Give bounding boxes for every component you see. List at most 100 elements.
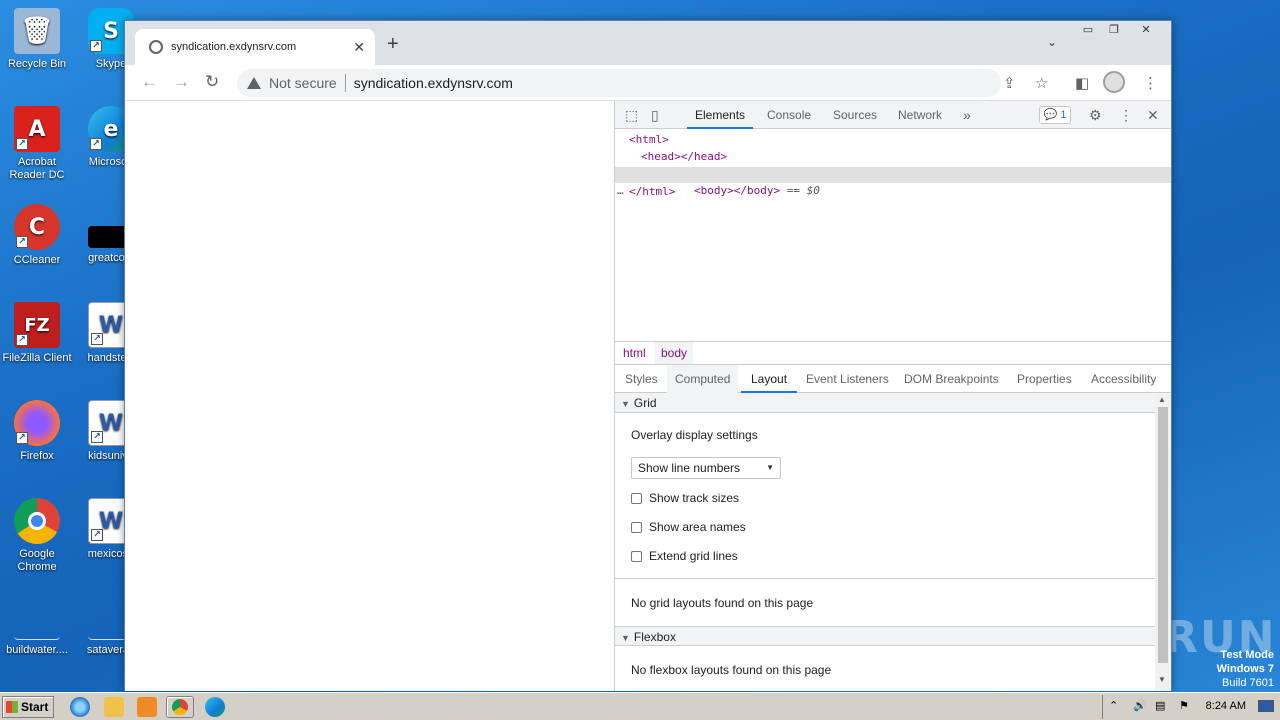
devtools-kebab-icon[interactable]: ⋮ bbox=[1119, 107, 1133, 124]
reload-button[interactable]: ↻ bbox=[205, 72, 219, 92]
filezilla-icon: FZ ↗ bbox=[14, 302, 60, 348]
devtools-close-icon[interactable]: ✕ bbox=[1147, 107, 1159, 124]
scroll-up-icon[interactable]: ▲ bbox=[1158, 395, 1166, 404]
desktop-icon-ccleaner[interactable]: C ↗ CCleaner bbox=[0, 204, 74, 267]
internet-explorer-icon[interactable] bbox=[70, 697, 90, 717]
desktop-icon-firefox[interactable]: ↗ Firefox bbox=[0, 400, 74, 463]
tab-computed[interactable]: Computed bbox=[667, 365, 739, 393]
tab-console[interactable]: Console bbox=[767, 101, 811, 129]
desktop-icon-acrobat[interactable]: A ↗ Acrobat Reader DC bbox=[0, 106, 74, 182]
bookmark-star-icon[interactable]: ☆ bbox=[1035, 74, 1048, 92]
more-tabs-icon[interactable]: » bbox=[963, 101, 971, 129]
blank-file-icon bbox=[14, 618, 60, 640]
desktop-icon-buildwater[interactable]: buildwater.... bbox=[0, 618, 74, 657]
checkbox[interactable] bbox=[631, 492, 642, 504]
forward-button[interactable]: → bbox=[173, 72, 190, 92]
select-value: Show line numbers bbox=[638, 461, 741, 475]
show-desktop-icon[interactable] bbox=[1258, 700, 1274, 712]
show-area-names-option[interactable]: Show area names bbox=[631, 520, 746, 534]
ccleaner-icon: C ↗ bbox=[14, 204, 60, 250]
start-button[interactable]: Start bbox=[2, 696, 54, 718]
side-panel-icon[interactable]: ◧ bbox=[1075, 74, 1089, 92]
security-label[interactable]: Not secure bbox=[269, 75, 337, 91]
grid-section-header[interactable]: ▼ Grid bbox=[615, 393, 1155, 413]
dom-node-head[interactable]: <head></head> bbox=[641, 149, 727, 165]
browser-tab[interactable]: syndication.exdynsrv.com ✕ bbox=[135, 29, 375, 65]
minimize-button[interactable]: ▭ bbox=[1075, 21, 1101, 39]
chrome-taskbar-button[interactable] bbox=[166, 696, 194, 718]
back-button[interactable]: ← bbox=[141, 72, 158, 92]
console-ref: == $0 bbox=[780, 184, 820, 197]
checkbox[interactable] bbox=[631, 550, 642, 562]
windows-version-line: Windows 7 bbox=[1216, 663, 1274, 675]
desktop-icon-label: buildwater.... bbox=[6, 644, 68, 656]
clock[interactable]: 8:24 AM bbox=[1206, 700, 1246, 712]
start-label: Start bbox=[21, 700, 49, 714]
edge-icon[interactable] bbox=[205, 697, 225, 717]
dom-node-html-close[interactable]: </html> bbox=[629, 184, 675, 200]
scroll-down-icon[interactable]: ▼ bbox=[1158, 675, 1166, 684]
dom-node-body-selected[interactable]: … <body></body> == $0 bbox=[615, 167, 1171, 197]
extend-grid-lines-option[interactable]: Extend grid lines bbox=[631, 549, 738, 563]
tab-sources[interactable]: Sources bbox=[833, 101, 877, 129]
profile-avatar[interactable] bbox=[1103, 71, 1125, 93]
flexbox-section-header[interactable]: ▼ Flexbox bbox=[615, 626, 1155, 646]
page-viewport bbox=[125, 101, 615, 691]
maximize-button[interactable]: ❐ bbox=[1101, 21, 1127, 39]
breadcrumb-body[interactable]: body bbox=[655, 342, 694, 364]
share-icon[interactable]: ⇪ bbox=[1003, 74, 1016, 92]
scroll-thumb[interactable] bbox=[1158, 407, 1168, 663]
tab-properties[interactable]: Properties bbox=[1017, 365, 1072, 393]
url-text[interactable]: syndication.exdynsrv.com bbox=[354, 75, 513, 91]
settings-gear-icon[interactable]: ⚙ bbox=[1089, 107, 1102, 124]
flexbox-section-title: Flexbox bbox=[633, 630, 676, 644]
desktop-icon-chrome[interactable]: Google Chrome bbox=[0, 498, 74, 574]
tab-event-listeners[interactable]: Event Listeners bbox=[806, 365, 889, 393]
desktop-icon-filezilla[interactable]: FZ ↗ FileZilla Client bbox=[0, 302, 74, 365]
action-center-flag-icon[interactable]: ⚑ bbox=[1179, 699, 1189, 712]
checkbox-label: Show area names bbox=[649, 520, 746, 534]
build-line: Build 7601 bbox=[1222, 677, 1274, 689]
browser-menu-icon[interactable]: ⋮ bbox=[1143, 74, 1158, 92]
tab-close-icon[interactable]: ✕ bbox=[353, 39, 365, 56]
network-icon[interactable]: ▤ bbox=[1155, 699, 1165, 712]
issues-badge[interactable]: 💬 1 bbox=[1039, 106, 1071, 124]
layout-scrollbar[interactable]: ▲ ▼ bbox=[1155, 393, 1171, 691]
new-tab-button[interactable]: + bbox=[387, 33, 399, 56]
tab-search-chevron-down-icon[interactable]: ⌄ bbox=[1047, 35, 1057, 49]
line-numbers-select[interactable]: Show line numbers ▼ bbox=[631, 457, 781, 479]
tray-expand-icon[interactable]: ⌃ bbox=[1109, 699, 1118, 712]
tab-strip: syndication.exdynsrv.com ✕ + ⌄ ▭ ❐ ✕ bbox=[125, 21, 1171, 65]
checkbox[interactable] bbox=[631, 521, 642, 533]
desktop-icon-label: Acrobat Reader DC bbox=[9, 156, 65, 181]
dom-node-html-open[interactable]: <html> bbox=[629, 132, 669, 148]
triangle-down-icon: ▼ bbox=[621, 633, 630, 643]
media-player-icon[interactable] bbox=[137, 697, 157, 717]
file-explorer-icon[interactable] bbox=[104, 697, 124, 717]
sidebar-tab-bar: Styles Computed Layout Event Listeners D… bbox=[615, 365, 1171, 393]
tab-elements[interactable]: Elements bbox=[687, 101, 754, 129]
address-bar[interactable]: Not secure syndication.exdynsrv.com bbox=[237, 69, 1001, 97]
windows-flag-icon bbox=[6, 701, 18, 713]
devtools-tab-bar: ⬚ ▯ Elements Console Sources Network » 💬… bbox=[615, 101, 1171, 129]
tab-accessibility[interactable]: Accessibility bbox=[1091, 365, 1156, 393]
checkbox-label: Show track sizes bbox=[649, 491, 740, 505]
inspect-element-icon[interactable]: ⬚ bbox=[625, 107, 638, 124]
desktop-icon-label: FileZilla Client bbox=[2, 352, 72, 364]
tab-styles[interactable]: Styles bbox=[625, 365, 658, 393]
breadcrumb-html[interactable]: html bbox=[617, 342, 652, 364]
tab-layout[interactable]: Layout bbox=[741, 365, 798, 393]
chrome-icon bbox=[172, 699, 188, 715]
triangle-down-icon: ▼ bbox=[621, 399, 630, 409]
volume-icon[interactable]: 🔊 bbox=[1133, 699, 1147, 712]
devtools-panel: ⬚ ▯ Elements Console Sources Network » 💬… bbox=[615, 101, 1171, 691]
close-window-button[interactable]: ✕ bbox=[1133, 21, 1159, 39]
desktop-icon-label: Google Chrome bbox=[17, 548, 57, 573]
tab-network[interactable]: Network bbox=[898, 101, 942, 129]
device-toolbar-icon[interactable]: ▯ bbox=[651, 107, 659, 124]
desktop-icon-recycle-bin[interactable]: 🗑 Recycle Bin bbox=[0, 8, 74, 71]
show-track-sizes-option[interactable]: Show track sizes bbox=[631, 491, 739, 505]
dom-ellipsis-icon[interactable]: … bbox=[617, 183, 624, 199]
dom-tree: <html> <head></head> … <body></body> == $… bbox=[615, 129, 1171, 341]
tab-dom-breakpoints[interactable]: DOM Breakpoints bbox=[904, 365, 999, 393]
